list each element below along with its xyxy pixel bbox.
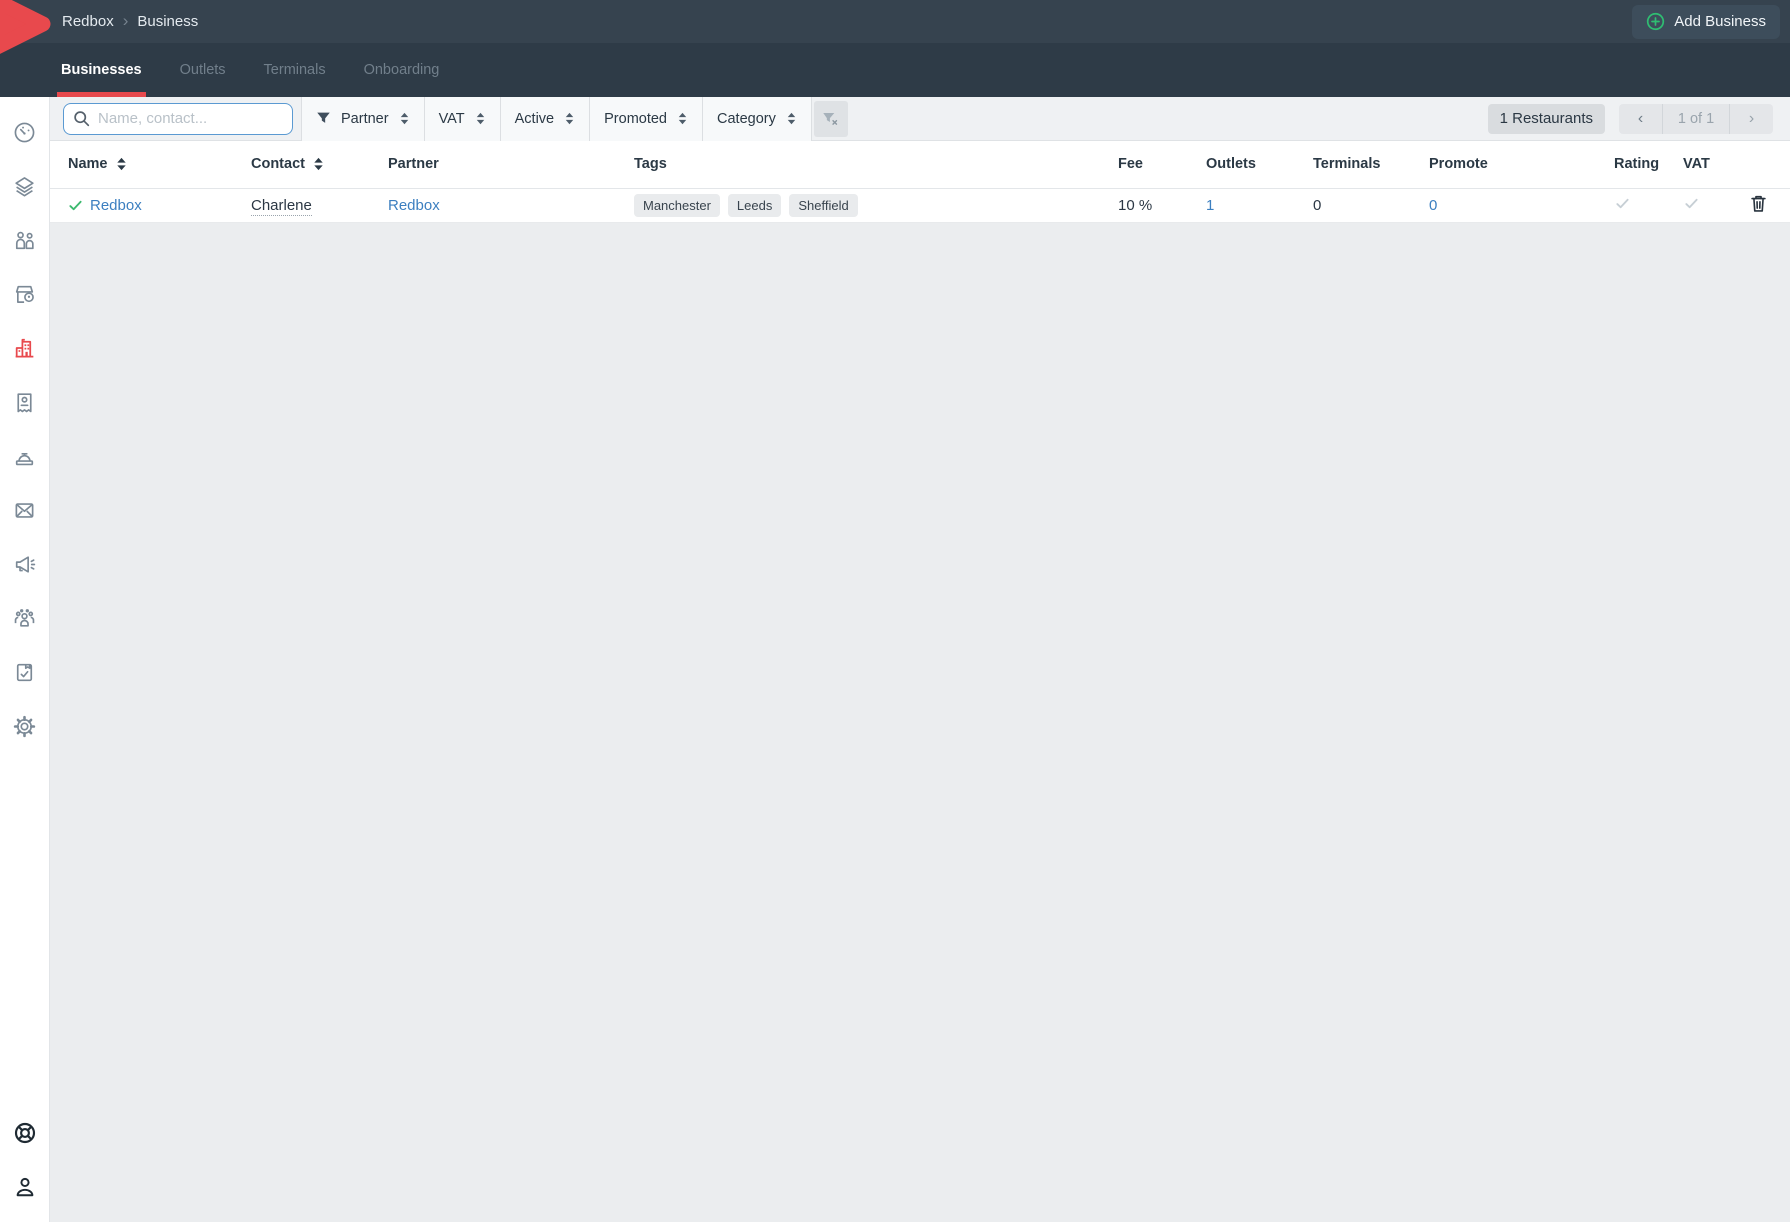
filter-promoted-dropdown[interactable]: Promoted (590, 97, 703, 141)
table-row: Redbox Charlene Redbox Manchester Leeds … (50, 188, 1790, 222)
delete-business-button[interactable] (1750, 194, 1767, 213)
filter-active-dropdown[interactable]: Active (501, 97, 591, 141)
sort-arrows-icon (313, 157, 324, 171)
breadcrumb-root[interactable]: Redbox (62, 13, 114, 30)
register-bell-icon[interactable] (0, 429, 50, 483)
businesses-icon-active[interactable] (0, 321, 50, 375)
sort-arrows-icon (116, 157, 127, 171)
breadcrumb-separator-icon: › (123, 12, 129, 31)
partners-icon[interactable] (0, 213, 50, 267)
rating-check-icon (1614, 196, 1631, 211)
tabs-bar: Businesses Outlets Terminals Onboarding (0, 43, 1790, 97)
filter-promoted-label: Promoted (604, 111, 667, 127)
businesses-table-wrap: Name Contact (50, 141, 1790, 223)
partner-link[interactable]: Redbox (388, 197, 440, 214)
column-header-vat: VAT (1679, 141, 1750, 188)
sort-arrows-icon (475, 112, 486, 125)
tag-pill: Sheffield (789, 194, 857, 217)
sort-arrows-icon (786, 112, 797, 125)
column-header-terminals: Terminals (1313, 141, 1429, 188)
column-header-outlets: Outlets (1206, 141, 1313, 188)
tab-onboarding[interactable]: Onboarding (360, 43, 444, 97)
column-header-contact[interactable]: Contact (251, 141, 388, 188)
column-header-partner: Partner (388, 141, 634, 188)
marketing-megaphone-icon[interactable] (0, 537, 50, 591)
filter-category-label: Category (717, 111, 776, 127)
vat-check-icon (1683, 196, 1700, 211)
pagination: ‹ 1 of 1 › (1619, 104, 1773, 134)
active-check-icon (68, 198, 83, 213)
breadcrumb: Redbox › Business (62, 12, 198, 31)
column-name-label: Name (68, 156, 108, 172)
businesses-table: Name Contact (50, 141, 1790, 223)
filter-active-label: Active (515, 111, 555, 127)
add-business-button[interactable]: Add Business (1632, 5, 1780, 39)
breadcrumb-current: Business (137, 13, 198, 30)
sort-arrows-icon (564, 112, 575, 125)
column-header-tags: Tags (634, 141, 1118, 188)
sidebar (0, 97, 50, 1222)
outlets-store-icon[interactable] (0, 267, 50, 321)
main-content: Partner VAT Active Promoted (50, 97, 1790, 1222)
column-contact-label: Contact (251, 156, 305, 172)
pagination-next-button[interactable]: › (1729, 104, 1773, 134)
top-header: Redbox › Business Add Business Businesse… (0, 0, 1790, 97)
fee-value: 10 % (1118, 188, 1206, 222)
breadcrumb-bar: Redbox › Business Add Business (0, 0, 1790, 43)
trash-icon (1750, 194, 1767, 213)
filter-partner-label: Partner (341, 111, 389, 127)
plus-circle-icon (1646, 12, 1665, 31)
funnel-clear-icon (822, 111, 839, 127)
clear-filters-button[interactable] (814, 101, 848, 137)
column-header-fee: Fee (1118, 141, 1206, 188)
filter-vat-label: VAT (439, 111, 465, 127)
add-business-label: Add Business (1674, 13, 1766, 30)
dashboard-icon[interactable] (0, 105, 50, 159)
column-header-name[interactable]: Name (50, 141, 251, 188)
outlets-count-link[interactable]: 1 (1206, 197, 1214, 214)
support-lifering-icon[interactable] (0, 1106, 50, 1160)
filter-vat-dropdown[interactable]: VAT (425, 97, 501, 141)
promote-count-link[interactable]: 0 (1429, 197, 1437, 214)
tags-list: Manchester Leeds Sheffield (634, 194, 1118, 217)
sort-arrows-icon (399, 112, 410, 125)
tab-terminals[interactable]: Terminals (260, 43, 330, 97)
filter-toolbar: Partner VAT Active Promoted (301, 97, 848, 141)
tab-businesses[interactable]: Businesses (57, 43, 146, 97)
business-name-link[interactable]: Redbox (90, 197, 142, 214)
search-input[interactable] (63, 103, 293, 135)
messages-mail-icon[interactable] (0, 483, 50, 537)
search-icon (73, 110, 90, 132)
column-header-actions (1750, 141, 1790, 188)
funnel-icon (316, 111, 331, 126)
tab-outlets[interactable]: Outlets (176, 43, 230, 97)
pagination-label: 1 of 1 (1663, 104, 1729, 134)
sort-arrows-icon (677, 112, 688, 125)
column-header-rating: Rating (1610, 141, 1679, 188)
tag-pill: Manchester (634, 194, 720, 217)
customers-receipt-icon[interactable] (0, 375, 50, 429)
column-header-promote: Promote (1429, 141, 1610, 188)
tag-pill: Leeds (728, 194, 781, 217)
account-person-icon[interactable] (0, 1160, 50, 1214)
search-box (63, 103, 293, 135)
pagination-prev-button[interactable]: ‹ (1619, 104, 1663, 134)
terminals-count: 0 (1313, 188, 1429, 222)
contact-name[interactable]: Charlene (251, 197, 312, 216)
filter-row: Partner VAT Active Promoted (50, 97, 1790, 141)
results-count-badge: 1 Restaurants (1488, 104, 1605, 134)
layers-icon[interactable] (0, 159, 50, 213)
tasks-clipboard-icon[interactable] (0, 645, 50, 699)
filter-category-dropdown[interactable]: Category (703, 97, 812, 141)
teams-group-icon[interactable] (0, 591, 50, 645)
filter-partner-dropdown[interactable]: Partner (301, 97, 425, 141)
table-header-row: Name Contact (50, 141, 1790, 188)
settings-gear-icon[interactable] (0, 699, 50, 753)
